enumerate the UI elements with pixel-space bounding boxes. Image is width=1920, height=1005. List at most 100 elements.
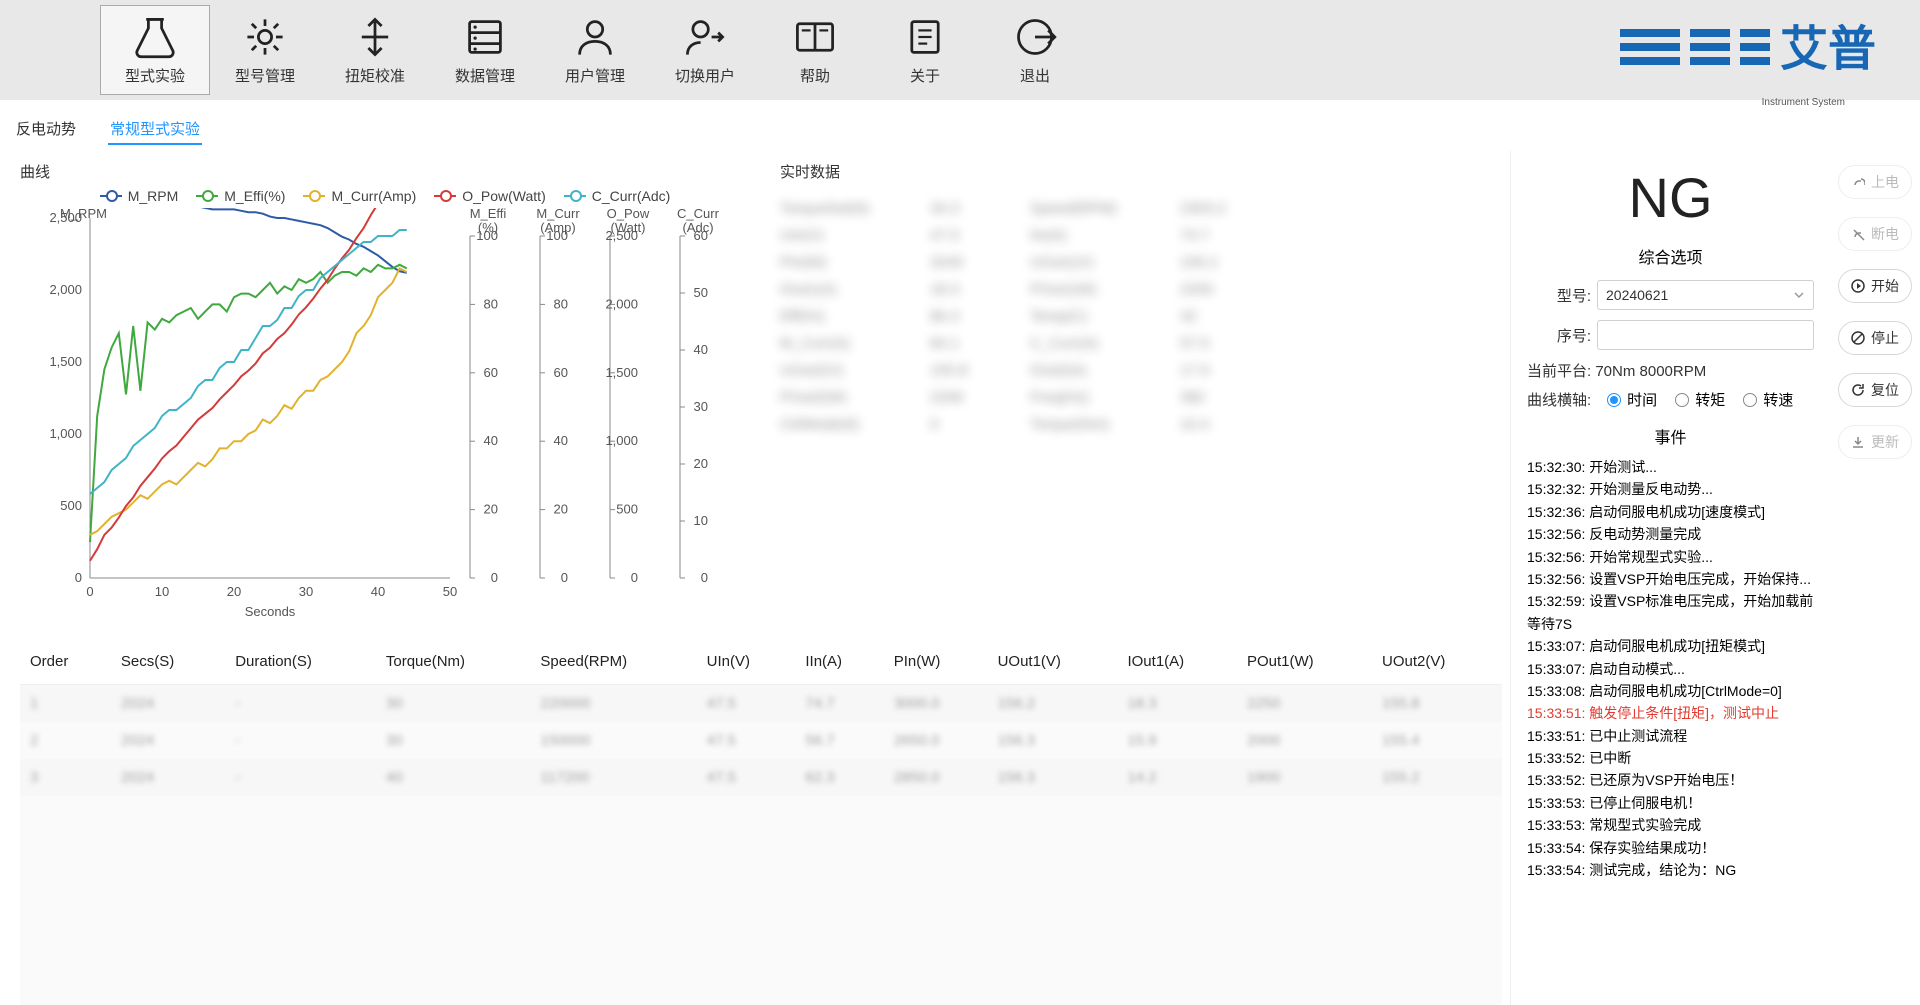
results-table: OrderSecs(S)Duration(S)Torque(Nm)Speed(R…	[20, 639, 1502, 796]
main-toolbar: 型式实验型号管理扭矩校准数据管理用户管理切换用户帮助关于退出 艾普 Instru…	[0, 0, 1920, 100]
exit-icon	[1013, 15, 1057, 59]
reset-button[interactable]: 复位	[1838, 373, 1912, 407]
event-item: 15:33:07: 启动伺服电机成功[扭矩模式]	[1527, 635, 1814, 657]
legend-item[interactable]: C_Curr(Adc)	[564, 188, 671, 204]
svg-text:艾普: 艾普	[1780, 23, 1876, 76]
curve-chart: M_RPM05001,0001,5002,0002,50001020304050…	[20, 208, 740, 628]
toolbar-switch-user[interactable]: 切换用户	[650, 5, 760, 95]
serial-input[interactable]	[1597, 320, 1814, 350]
toolbar-label: 型号管理	[235, 65, 295, 86]
svg-text:0: 0	[561, 570, 568, 585]
update-button: 更新	[1838, 425, 1912, 459]
axis-label: 曲线横轴:	[1527, 389, 1591, 410]
play-icon	[1851, 279, 1865, 293]
event-item: 15:33:51: 已中止测试流程	[1527, 725, 1814, 747]
table-row[interactable]: 12024-3022000047.574.73000.0156.218.3225…	[20, 685, 1502, 723]
unlink-icon	[1851, 227, 1865, 241]
svg-text:1,000: 1,000	[605, 433, 638, 448]
axis-radio-转速[interactable]: 转速	[1743, 389, 1793, 410]
svg-text:50: 50	[694, 285, 708, 300]
power-off-button: 断电	[1838, 217, 1912, 251]
chevron-down-icon	[1793, 289, 1805, 301]
svg-text:0: 0	[75, 570, 82, 585]
data-mgmt-icon	[463, 15, 507, 59]
toolbar-label: 帮助	[800, 65, 830, 86]
model-select[interactable]: 20240621	[1597, 280, 1814, 310]
options-title: 综合选项	[1527, 244, 1814, 268]
svg-text:60: 60	[484, 365, 498, 380]
svg-text:0: 0	[701, 570, 708, 585]
serial-label: 序号:	[1527, 325, 1597, 346]
toolbar-help[interactable]: 帮助	[760, 5, 870, 95]
svg-text:10: 10	[155, 584, 169, 599]
toolbar-label: 数据管理	[455, 65, 515, 86]
legend-item[interactable]: M_RPM	[100, 188, 179, 204]
toolbar-label: 切换用户	[675, 65, 735, 86]
power-on-button: 上电	[1838, 165, 1912, 199]
svg-text:80: 80	[484, 296, 498, 311]
svg-text:100: 100	[546, 228, 568, 243]
table-header: UOut1(V)	[988, 639, 1118, 685]
svg-text:2,000: 2,000	[49, 282, 82, 297]
legend-item[interactable]: M_Curr(Amp)	[303, 188, 416, 204]
model-select-value: 20240621	[1606, 287, 1668, 303]
start-button[interactable]: 开始	[1838, 269, 1912, 303]
table-header: POut1(W)	[1237, 639, 1372, 685]
event-item: 15:33:53: 已停止伺服电机！	[1527, 792, 1814, 814]
svg-text:2,000: 2,000	[605, 296, 638, 311]
svg-text:60: 60	[554, 365, 568, 380]
svg-text:50: 50	[443, 584, 457, 599]
svg-text:1,500: 1,500	[605, 365, 638, 380]
svg-text:20: 20	[227, 584, 241, 599]
toolbar-model-mgmt[interactable]: 型号管理	[210, 5, 320, 95]
table-header: Torque(Nm)	[376, 639, 531, 685]
toolbar-data-mgmt[interactable]: 数据管理	[430, 5, 540, 95]
radio-icon	[1743, 393, 1757, 407]
toolbar-exit[interactable]: 退出	[980, 5, 1090, 95]
svg-text:1,000: 1,000	[49, 426, 82, 441]
radio-icon	[1675, 393, 1689, 407]
toolbar-label: 关于	[910, 65, 940, 86]
svg-text:40: 40	[554, 433, 568, 448]
results-table-wrap: OrderSecs(S)Duration(S)Torque(Nm)Speed(R…	[20, 639, 1502, 1005]
svg-text:100: 100	[476, 228, 498, 243]
svg-text:0: 0	[86, 584, 93, 599]
toolbar-type-test[interactable]: 型式实验	[100, 5, 210, 95]
event-item: 15:32:56: 设置VSP开始电压完成，开始保持...	[1527, 568, 1814, 590]
axis-radio-转矩[interactable]: 转矩	[1675, 389, 1725, 410]
legend-item[interactable]: O_Pow(Watt)	[434, 188, 546, 204]
table-row[interactable]: 32024-4011720047.562.32850.0156.314.2190…	[20, 759, 1502, 796]
model-label: 型号:	[1527, 285, 1597, 306]
axis-radio-时间[interactable]: 时间	[1607, 389, 1657, 410]
help-icon	[793, 15, 837, 59]
table-header: Order	[20, 639, 111, 685]
table-header: Secs(S)	[111, 639, 225, 685]
curve-section-title: 曲线	[20, 161, 750, 182]
event-item: 15:33:52: 已中断	[1527, 747, 1814, 769]
toolbar-about[interactable]: 关于	[870, 5, 980, 95]
svg-text:60: 60	[694, 228, 708, 243]
brand-subtitle: Instrument System	[1762, 97, 1845, 108]
toolbar-label: 型式实验	[125, 65, 185, 86]
tab-normal-test[interactable]: 常规型式实验	[108, 114, 202, 145]
type-test-icon	[133, 15, 177, 59]
toolbar-torque-cal[interactable]: 扭矩校准	[320, 5, 430, 95]
model-mgmt-icon	[243, 15, 287, 59]
event-item: 15:32:36: 启动伺服电机成功[速度模式]	[1527, 501, 1814, 523]
link-icon	[1851, 175, 1865, 189]
svg-text:1,500: 1,500	[49, 354, 82, 369]
toolbar-label: 退出	[1020, 65, 1050, 86]
svg-text:500: 500	[616, 502, 638, 517]
events-title: 事件	[1527, 424, 1814, 448]
download-icon	[1851, 435, 1865, 449]
events-log: 15:32:30: 开始测试...15:32:32: 开始测量反电动势...15…	[1527, 456, 1814, 997]
tab-back-emf[interactable]: 反电动势	[14, 114, 78, 145]
event-item: 15:32:32: 开始测量反电动势...	[1527, 478, 1814, 500]
toolbar-label: 扭矩校准	[345, 65, 405, 86]
svg-text:2,500: 2,500	[605, 228, 638, 243]
stop-button[interactable]: 停止	[1838, 321, 1912, 355]
toolbar-user-mgmt[interactable]: 用户管理	[540, 5, 650, 95]
table-header: IIn(A)	[795, 639, 883, 685]
table-row[interactable]: 22024-3015000047.556.72650.0156.315.9200…	[20, 722, 1502, 759]
legend-item[interactable]: M_Effi(%)	[196, 188, 285, 204]
